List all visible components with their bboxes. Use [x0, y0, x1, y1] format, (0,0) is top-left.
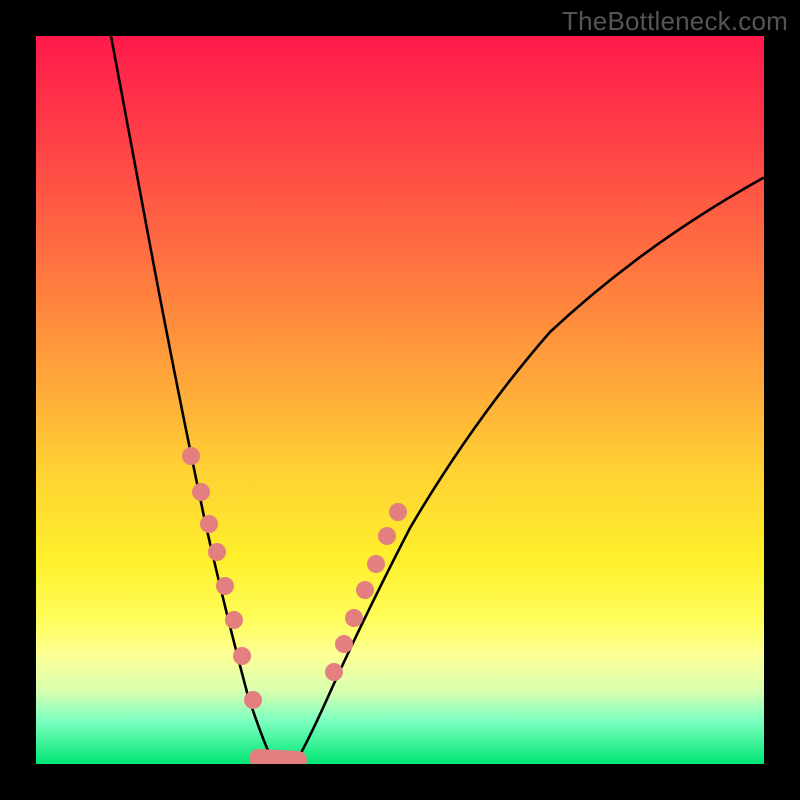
- curve-right-arm: [296, 178, 763, 762]
- marker-dot: [192, 483, 210, 501]
- watermark-text: TheBottleneck.com: [562, 6, 788, 37]
- marker-dot: [216, 577, 234, 595]
- marker-dot: [225, 611, 243, 629]
- marker-dot: [244, 691, 262, 709]
- marker-dot: [367, 555, 385, 573]
- marker-dot: [182, 447, 200, 465]
- marker-dot: [208, 543, 226, 561]
- marker-dot: [233, 647, 251, 665]
- marker-dot: [200, 515, 218, 533]
- curve-layer: [36, 36, 764, 764]
- marker-dot: [325, 663, 343, 681]
- marker-dot: [389, 503, 407, 521]
- marker-dot: [356, 581, 374, 599]
- chart-frame: TheBottleneck.com: [0, 0, 800, 800]
- marker-dot: [378, 527, 396, 545]
- marker-bottom-bridge: [258, 758, 298, 760]
- marker-dot: [345, 609, 363, 627]
- markers-right-arm: [325, 503, 407, 681]
- marker-dot: [335, 635, 353, 653]
- plot-area: [36, 36, 764, 764]
- markers-left-arm: [182, 447, 262, 709]
